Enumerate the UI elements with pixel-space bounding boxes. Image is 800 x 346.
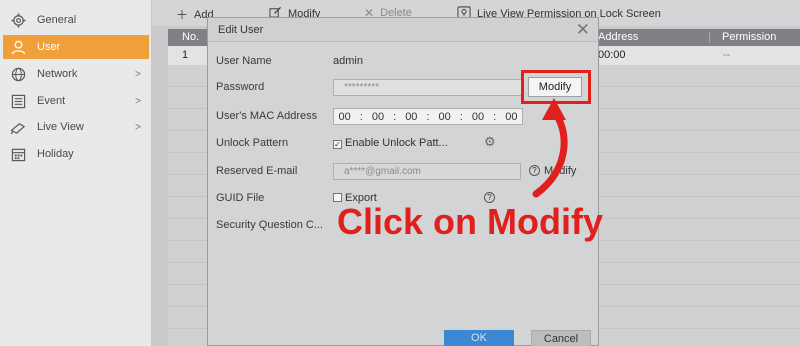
reserved-email-label: Reserved E-mail	[216, 165, 298, 177]
user-name-label: User Name	[216, 55, 272, 67]
sidebar-item-label: General	[37, 14, 77, 26]
sidebar-item-network[interactable]: Network >	[3, 62, 149, 86]
mac-octet: 00	[405, 110, 418, 123]
dialog-title-bar: Edit User ✕	[208, 18, 598, 42]
chevron-right-icon: >	[135, 95, 141, 107]
plus-icon: ＋	[176, 8, 189, 22]
gear-icon[interactable]: ⚙	[484, 134, 496, 150]
mac-octet: 00	[505, 110, 518, 123]
globe-icon	[9, 66, 27, 82]
security-question-label: Security Question C...	[216, 219, 323, 231]
user-icon	[9, 39, 27, 55]
user-name-value: admin	[333, 55, 363, 67]
cell-address: 00:00	[598, 49, 626, 61]
cell-permission: --	[723, 49, 731, 61]
sidebar-item-general[interactable]: General	[3, 8, 149, 32]
mac-separator: :	[459, 110, 463, 123]
curved-arrow-icon	[532, 98, 568, 198]
sidebar: General User Network > Event > Live View…	[0, 0, 152, 346]
unlock-checkbox-label: Enable Unlock Patt...	[345, 137, 448, 149]
mac-separator: :	[493, 110, 497, 123]
sidebar-item-label: Live View	[37, 121, 84, 133]
chevron-right-icon: >	[135, 121, 141, 133]
column-divider	[709, 32, 710, 43]
mac-address-label: User's MAC Address	[216, 110, 318, 122]
cell-no: 1	[182, 49, 189, 61]
annotation-text: Click on Modify	[337, 201, 604, 242]
close-icon[interactable]: ✕	[576, 21, 590, 38]
cancel-button[interactable]: Cancel	[531, 330, 591, 346]
password-label: Password	[216, 81, 265, 93]
password-field[interactable]: *********	[333, 79, 523, 96]
sidebar-item-holiday[interactable]: Holiday	[3, 142, 149, 166]
calendar-icon	[9, 146, 27, 162]
sidebar-item-live-view[interactable]: Live View >	[3, 115, 149, 139]
sidebar-item-label: Network	[37, 68, 78, 80]
header-permission: Permission	[722, 31, 777, 43]
guid-file-label: GUID File	[216, 192, 265, 204]
reserved-email-field[interactable]: a****@gmail.com	[333, 163, 521, 180]
mac-separator: :	[393, 110, 397, 123]
unlock-pattern-option[interactable]: ✓ Enable Unlock Patt...	[333, 137, 448, 149]
mac-octet: 00	[338, 110, 351, 123]
checkbox-checked-icon[interactable]: ✓	[333, 140, 342, 149]
list-icon	[9, 93, 27, 109]
dialog-title: Edit User	[218, 24, 264, 36]
sidebar-item-event[interactable]: Event >	[3, 89, 149, 113]
sidebar-item-user[interactable]: User	[3, 35, 149, 59]
header-no: No.	[182, 31, 200, 43]
mac-octet: 00	[438, 110, 451, 123]
gear-icon	[9, 12, 27, 28]
mac-octet: 00	[371, 110, 385, 123]
mac-octet: 00	[471, 110, 485, 123]
camera-icon	[9, 119, 27, 135]
mac-separator: :	[359, 110, 363, 123]
sidebar-item-label: Holiday	[37, 148, 74, 160]
sidebar-item-label: Event	[37, 95, 66, 107]
chevron-right-icon: >	[135, 68, 141, 80]
header-address: Address	[598, 31, 639, 43]
mac-address-field[interactable]: 00 : 00 : 00 : 00 : 00 : 00	[333, 108, 523, 125]
sidebar-item-label: User	[37, 41, 61, 53]
unlock-pattern-label: Unlock Pattern	[216, 137, 289, 149]
mac-separator: :	[426, 110, 430, 123]
ok-button[interactable]: OK	[444, 330, 514, 346]
